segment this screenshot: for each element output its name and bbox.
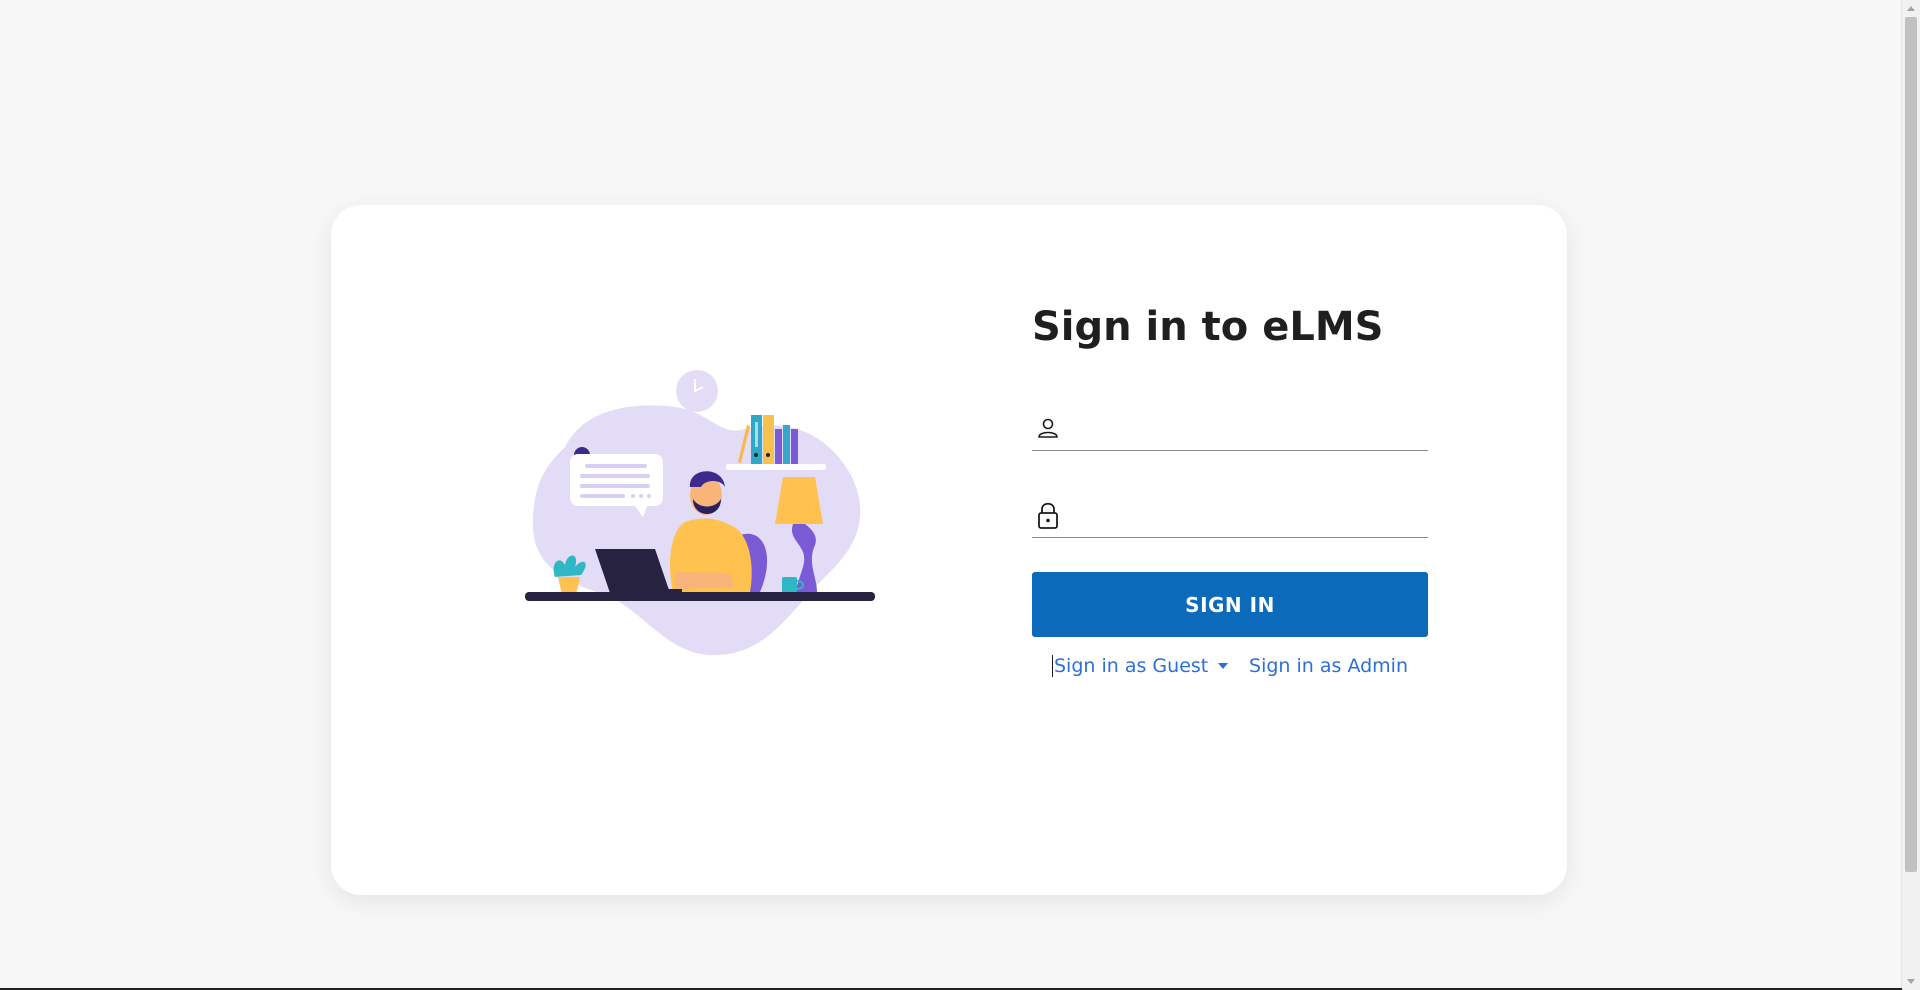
alternate-signin-links: Sign in as Guest Sign in as Admin bbox=[1032, 655, 1428, 677]
guest-link-label: Sign in as Guest bbox=[1054, 655, 1209, 677]
login-form: Sign in to eLMS SIGN IN Sign in as Guest… bbox=[1032, 300, 1428, 677]
sign-in-as-admin-link[interactable]: Sign in as Admin bbox=[1249, 655, 1408, 677]
vertical-scrollbar[interactable] bbox=[1901, 0, 1920, 990]
sign-in-button[interactable]: SIGN IN bbox=[1032, 572, 1428, 637]
user-icon bbox=[1032, 412, 1064, 444]
caret-down-icon bbox=[1218, 663, 1229, 669]
page-title: Sign in to eLMS bbox=[1032, 304, 1384, 350]
username-field bbox=[1032, 406, 1428, 451]
lock-icon bbox=[1032, 499, 1064, 531]
password-field bbox=[1032, 493, 1428, 538]
sign-in-as-guest-dropdown[interactable]: Sign in as Guest bbox=[1052, 655, 1229, 677]
text-cursor bbox=[1052, 655, 1053, 677]
person-at-desk-illustration bbox=[525, 370, 875, 656]
scrollbar-thumb[interactable] bbox=[1905, 17, 1917, 872]
login-page: Sign in to eLMS SIGN IN Sign in as Guest… bbox=[0, 0, 1920, 990]
password-input[interactable] bbox=[1064, 494, 1428, 536]
scroll-up-arrow-icon[interactable] bbox=[1907, 6, 1915, 11]
username-input[interactable] bbox=[1064, 407, 1428, 449]
scroll-down-arrow-icon[interactable] bbox=[1907, 979, 1915, 984]
login-card: Sign in to eLMS SIGN IN Sign in as Guest… bbox=[331, 205, 1567, 895]
